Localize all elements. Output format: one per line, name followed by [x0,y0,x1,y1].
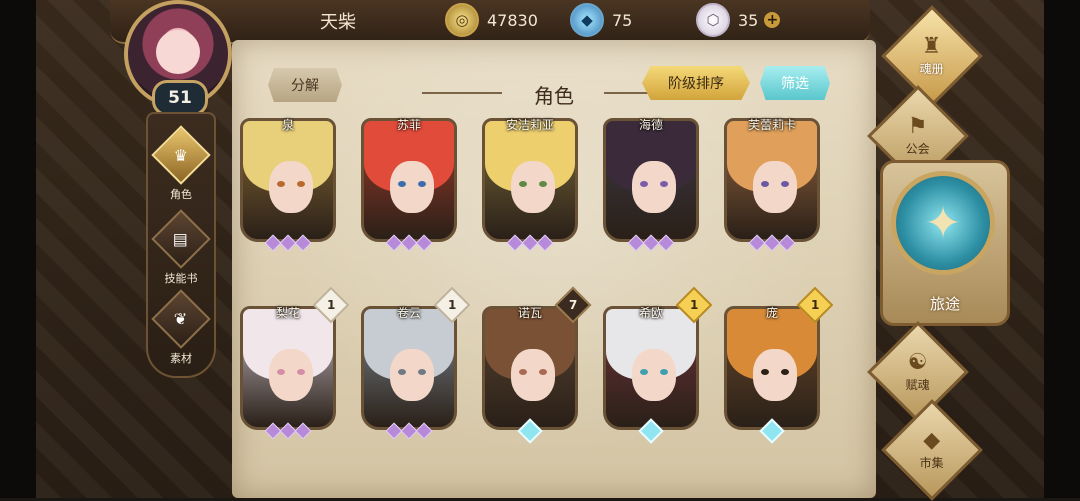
right-letterbox [1044,0,1080,498]
rank-gems-icon [264,422,312,440]
character-portrait [361,118,457,242]
character-card[interactable]: 卷云 1 [361,286,471,440]
blue-gem-icon: ◆ [570,3,604,37]
sidebar-item-label: 角色 [170,188,192,201]
gold-amount: 47830 [487,10,538,30]
rank-gem-icon [508,418,552,444]
character-name: 苏菲 [396,118,421,132]
spiral-icon: ☯ [908,349,928,375]
sidebar-item-label: 技能书 [164,272,198,285]
character-portrait [603,118,699,242]
character-card[interactable]: 苏菲 [361,118,457,252]
character-portrait [482,118,578,242]
sidebar-item-characters[interactable]: ♛ 角色 [148,125,214,202]
character-portrait [240,306,336,430]
decompose-button[interactable]: 分解 [268,68,342,102]
gold-resource: ◎ 47830 [445,3,538,37]
character-portrait [482,306,578,430]
rank-gems-icon [506,234,554,252]
journey-button[interactable]: ✦ 旅途 [880,160,1010,326]
filter-button[interactable]: 筛选 [760,66,830,100]
character-card[interactable]: 庞1 [724,286,834,444]
book-icon: ▤ [173,229,189,249]
rank-gems-icon [748,234,796,252]
gem-amount: 75 [612,10,633,30]
character-portrait [240,118,336,242]
add-crystal-button[interactable]: + [764,12,781,28]
gold-coin-icon: ◎ [445,3,479,37]
left-letterbox [0,0,36,498]
character-card[interactable]: 芙蕾莉卡 [724,118,820,252]
title-ornament-left [422,92,502,94]
rank-gem-icon [750,418,794,444]
character-card[interactable]: 泉 [240,118,336,252]
player-name: 天柴 [320,12,356,33]
compass-icon: ✦ [924,197,962,249]
character-card[interactable]: 海德 [603,118,699,252]
guild-banner-icon: ⚑ [908,113,928,139]
character-card[interactable]: 梨花 1 [240,286,350,440]
soul-book-icon: ♜ [922,33,942,59]
nav-soul-infuse[interactable]: ☯ 赋魂 [867,321,969,423]
sort-by-rank-button[interactable]: 阶级排序 [642,66,750,100]
market-gem-icon: ◆ [923,427,941,453]
character-portrait [724,306,820,430]
sidebar-item-skillbooks[interactable]: ▤ 技能书 [148,209,214,286]
character-name: 海德 [638,118,663,132]
nav-label: 赋魂 [905,377,931,392]
character-name: 芙蕾莉卡 [747,118,796,132]
rank-gems-icon [385,422,433,440]
player-level-badge: 51 [152,80,208,116]
character-card[interactable]: 诺瓦 7 [482,286,592,444]
sidebar-item-materials[interactable]: ❦ 素材 [148,289,214,366]
crystal-icon: ⬡ [696,3,730,37]
rank-gems-icon [264,234,312,252]
wing-crest-icon: ❦ [174,309,188,329]
journey-label: 旅途 [929,295,960,313]
rank-gem-icon [629,418,673,444]
left-sidebar: ♛ 角色 ▤ 技能书 ❦ 素材 [146,112,216,378]
gem-resource: ◆ 75 [570,3,633,37]
character-portrait [603,306,699,430]
helmet-icon: ♛ [173,145,189,165]
nav-soul-book[interactable]: ♜ 魂册 [881,5,983,107]
character-portrait [361,306,457,430]
character-name: 安洁莉亚 [505,118,554,132]
nav-label: 市集 [919,455,945,470]
nav-label: 公会 [905,141,931,156]
crystal-resource: ⬡ 35 + [696,3,781,37]
panel-title: 角色 [534,84,574,108]
nav-label: 魂册 [919,61,945,76]
character-name: 泉 [281,118,294,132]
character-card[interactable]: 希欧 1 [603,286,713,444]
nav-market[interactable]: ◆ 市集 [881,399,983,501]
rank-gems-icon [385,234,433,252]
character-card[interactable]: 安洁莉亚 [482,118,578,252]
rank-gems-icon [627,234,675,252]
character-portrait [724,118,820,242]
character-panel: 分解 角色 阶级排序 筛选 泉 苏菲 安洁莉亚 海德 芙蕾莉卡梨花 1 卷云 1 诺瓦 7 希欧 1 庞… [232,40,876,498]
sidebar-item-label: 素材 [170,352,192,365]
crystal-amount: 35 [738,10,759,30]
